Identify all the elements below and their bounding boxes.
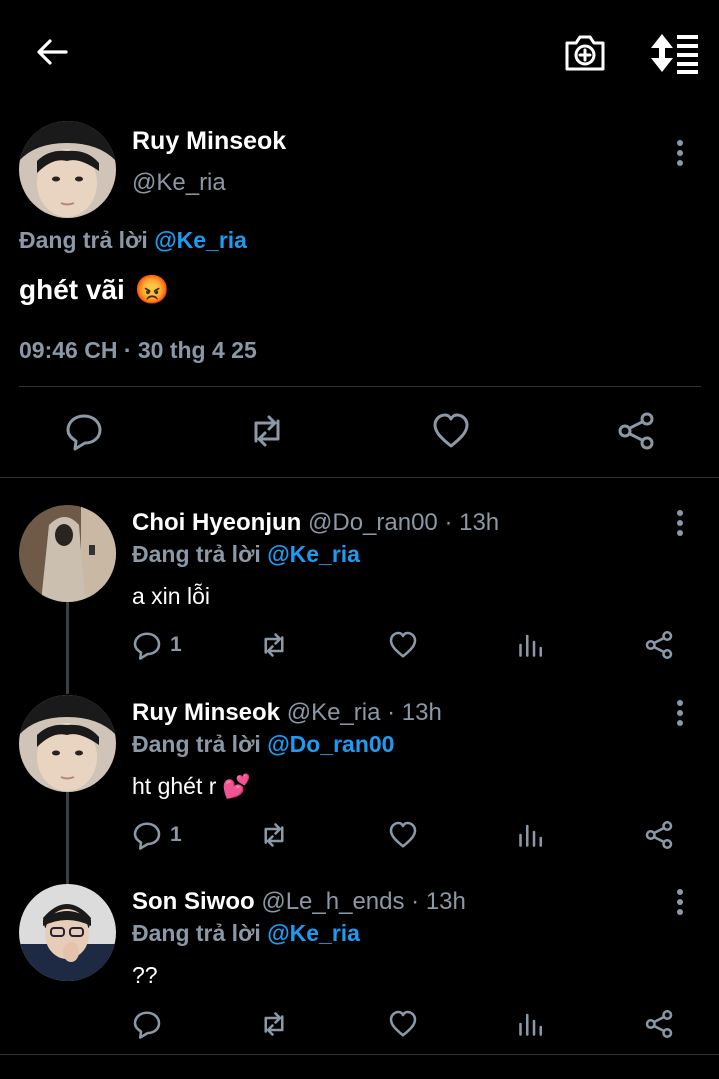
analytics-icon: [519, 1013, 543, 1036]
like-button[interactable]: [388, 1006, 418, 1042]
tweet-actions: [0, 405, 719, 461]
reply-header: Choi Hyeonjun @Do_ran00 · 13h: [132, 509, 499, 537]
avatar[interactable]: [19, 884, 116, 981]
reply-tweet[interactable]: Choi Hyeonjun @Do_ran00 · 13h Đang trả l…: [0, 505, 719, 695]
arrow-left-icon[interactable]: [32, 32, 72, 72]
sort-thread-icon[interactable]: [648, 32, 700, 74]
replying-to: Đang trả lời @Ke_ria: [132, 541, 360, 568]
share-icon: [645, 820, 673, 850]
reply-actions: 1: [0, 627, 719, 667]
replying-to-link[interactable]: @Ke_ria: [154, 227, 247, 253]
avatar[interactable]: [19, 505, 116, 602]
reply-button[interactable]: [132, 1006, 170, 1042]
reply-text-body: ht ghét r: [132, 773, 217, 799]
reply-text-body: ??: [132, 962, 158, 988]
retweet-icon: [264, 823, 284, 847]
reply-header: Son Siwoo @Le_h_ends · 13h: [132, 888, 466, 916]
analytics-icon: [519, 824, 543, 847]
reply-button[interactable]: 1: [132, 817, 182, 853]
two-hearts-emoji: 💕: [222, 773, 252, 799]
divider: [19, 386, 701, 387]
reply-button[interactable]: 1: [132, 627, 182, 663]
replying-to-link[interactable]: @Ke_ria: [267, 920, 360, 946]
replying-to: Đang trả lời @Ke_ria: [19, 227, 247, 254]
share-button[interactable]: [644, 817, 674, 853]
replying-to: Đang trả lời @Ke_ria: [132, 920, 360, 947]
reply-icon: [133, 632, 161, 660]
author-handle[interactable]: @Le_h_ends: [261, 888, 404, 915]
retweet-icon: [264, 633, 284, 657]
avatar[interactable]: [19, 695, 116, 792]
more-options-icon[interactable]: [670, 139, 690, 167]
reply-icon: [133, 1011, 161, 1039]
retweet-button[interactable]: [259, 1006, 289, 1042]
like-icon: [389, 821, 417, 848]
reply-text-body: a xin lỗi: [132, 583, 210, 609]
reply-actions: 1: [0, 817, 719, 857]
share-button[interactable]: [644, 1006, 674, 1042]
views-button[interactable]: [516, 627, 546, 663]
reply-text: ht ghét r 💕: [132, 773, 251, 800]
author-name[interactable]: Choi Hyeonjun: [132, 509, 301, 536]
reply-text: a xin lỗi: [132, 583, 210, 610]
reply-icon[interactable]: [64, 411, 104, 451]
replying-prefix: Đang trả lời: [19, 227, 148, 253]
top-bar: [0, 0, 719, 105]
views-button[interactable]: [516, 817, 546, 853]
author-name[interactable]: Ruy Minseok: [132, 127, 286, 156]
tweet-timestamp[interactable]: 09:46 CH · 30 thg 4 25: [19, 337, 257, 364]
reply-time: · 13h: [411, 888, 466, 915]
retweet-icon[interactable]: [247, 411, 287, 451]
reply-time: · 13h: [444, 509, 500, 536]
reply-count: 1: [170, 633, 182, 656]
like-button[interactable]: [388, 817, 418, 853]
share-icon: [645, 1009, 673, 1039]
retweet-button[interactable]: [259, 627, 289, 663]
replying-to-link[interactable]: @Do_ran00: [267, 731, 394, 757]
reply-text: ??: [132, 962, 158, 989]
more-options-icon[interactable]: [670, 888, 690, 916]
reply-tweet[interactable]: Ruy Minseok @Ke_ria · 13h Đang trả lời @…: [0, 695, 719, 885]
tweet-text-body: ghét vãi: [19, 273, 125, 305]
divider: [0, 477, 719, 478]
avatar[interactable]: [19, 121, 116, 218]
like-icon: [389, 1010, 417, 1037]
share-icon[interactable]: [616, 411, 656, 451]
author-name[interactable]: Son Siwoo: [132, 888, 255, 915]
more-options-icon[interactable]: [670, 509, 690, 537]
tweet-text: ghét vãi 😡: [19, 273, 170, 306]
share-icon: [645, 630, 673, 660]
share-button[interactable]: [644, 627, 674, 663]
replying-prefix: Đang trả lời: [132, 541, 261, 567]
author-handle[interactable]: @Ke_ria: [287, 699, 381, 726]
replying-prefix: Đang trả lời: [132, 920, 261, 946]
like-button[interactable]: [388, 627, 418, 663]
replying-to: Đang trả lời @Do_ran00: [132, 731, 394, 758]
more-options-icon[interactable]: [670, 699, 690, 727]
camera-add-icon[interactable]: [562, 30, 608, 76]
like-icon: [389, 631, 417, 658]
reply-tweet[interactable]: Son Siwoo @Le_h_ends · 13h Đang trả lời …: [0, 884, 719, 1074]
author-handle[interactable]: @Ke_ria: [132, 169, 226, 197]
retweet-icon: [264, 1012, 284, 1036]
divider: [0, 1054, 719, 1055]
analytics-icon: [519, 634, 543, 657]
tweet-detail-page: Ruy Minseok @Ke_ria Đang trả lời @Ke_ria…: [0, 0, 719, 1079]
reply-actions: [0, 1006, 719, 1046]
author-handle[interactable]: @Do_ran00: [308, 509, 438, 536]
retweet-button[interactable]: [259, 817, 289, 853]
angry-face-emoji: 😡: [134, 274, 170, 305]
reply-time: · 13h: [387, 699, 442, 726]
replying-to-link[interactable]: @Ke_ria: [267, 541, 360, 567]
views-button[interactable]: [516, 1006, 546, 1042]
reply-header: Ruy Minseok @Ke_ria · 13h: [132, 699, 442, 727]
replying-prefix: Đang trả lời: [132, 731, 261, 757]
reply-count: 1: [170, 823, 182, 846]
like-icon[interactable]: [431, 411, 471, 451]
reply-icon: [133, 822, 161, 850]
author-name[interactable]: Ruy Minseok: [132, 699, 280, 726]
